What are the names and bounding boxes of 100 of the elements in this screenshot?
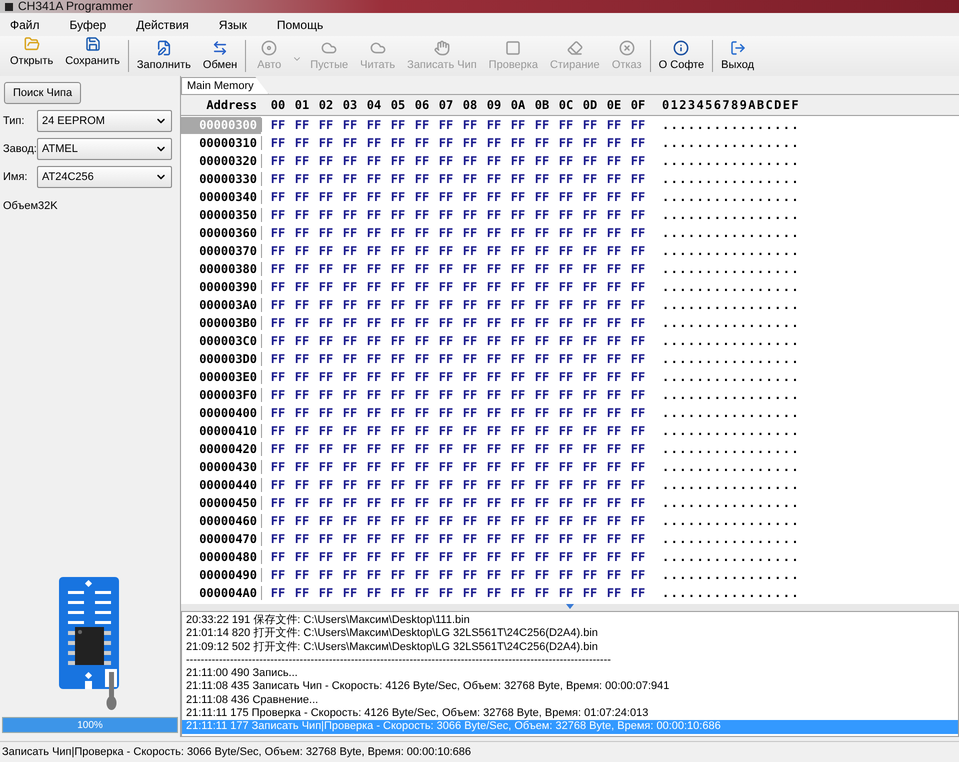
byte-cell[interactable]: FF xyxy=(338,406,362,420)
byte-cell[interactable]: FF xyxy=(626,154,650,168)
byte-cell[interactable]: FF xyxy=(314,316,338,330)
byte-cell[interactable]: FF xyxy=(458,244,482,258)
toolbar-button[interactable]: Выход xyxy=(717,40,758,72)
byte-cell[interactable]: FF xyxy=(362,118,386,132)
byte-cell[interactable]: FF xyxy=(410,262,434,276)
byte-cell[interactable]: FF xyxy=(338,280,362,294)
byte-cell[interactable]: FF xyxy=(482,298,506,312)
byte-cell[interactable]: FF xyxy=(362,334,386,348)
byte-cell[interactable]: FF xyxy=(458,388,482,402)
byte-cell[interactable]: FF xyxy=(434,352,458,366)
byte-cell[interactable]: FF xyxy=(602,388,626,402)
byte-cell[interactable]: FF xyxy=(434,208,458,222)
byte-cell[interactable]: FF xyxy=(434,334,458,348)
byte-cell[interactable]: FF xyxy=(338,154,362,168)
byte-cell[interactable]: FF xyxy=(314,478,338,492)
address-cell[interactable]: 00000370 xyxy=(181,242,261,260)
byte-cell[interactable]: FF xyxy=(266,298,290,312)
byte-cell[interactable]: FF xyxy=(530,244,554,258)
byte-cell[interactable]: FF xyxy=(626,496,650,510)
byte-cell[interactable]: FF xyxy=(506,298,530,312)
byte-cell[interactable]: FF xyxy=(434,532,458,546)
address-cell[interactable]: 000003B0 xyxy=(181,314,261,332)
byte-cell[interactable]: FF xyxy=(554,514,578,528)
byte-cell[interactable]: FF xyxy=(626,550,650,564)
byte-cell[interactable]: FF xyxy=(290,496,314,510)
byte-cell[interactable]: FF xyxy=(578,226,602,240)
byte-cell[interactable]: FF xyxy=(458,352,482,366)
address-cell[interactable]: 00000340 xyxy=(181,188,261,206)
byte-cell[interactable]: FF xyxy=(458,118,482,132)
byte-cell[interactable]: FF xyxy=(362,442,386,456)
menu-item[interactable]: Помощь xyxy=(266,18,324,32)
byte-cell[interactable]: FF xyxy=(482,424,506,438)
byte-cell[interactable]: FF xyxy=(482,226,506,240)
byte-cell[interactable]: FF xyxy=(530,586,554,600)
byte-cell[interactable]: FF xyxy=(602,298,626,312)
byte-cell[interactable]: FF xyxy=(530,136,554,150)
byte-cell[interactable]: FF xyxy=(410,244,434,258)
byte-cell[interactable]: FF xyxy=(362,352,386,366)
byte-cell[interactable]: FF xyxy=(362,424,386,438)
address-cell[interactable]: 00000330 xyxy=(181,170,261,188)
address-cell[interactable]: 000003E0 xyxy=(181,368,261,386)
byte-cell[interactable]: FF xyxy=(458,532,482,546)
byte-cell[interactable]: FF xyxy=(386,388,410,402)
byte-cell[interactable]: FF xyxy=(482,280,506,294)
byte-cell[interactable]: FF xyxy=(554,208,578,222)
byte-cell[interactable]: FF xyxy=(482,208,506,222)
byte-cell[interactable]: FF xyxy=(290,442,314,456)
byte-cell[interactable]: FF xyxy=(386,352,410,366)
byte-cell[interactable]: FF xyxy=(626,424,650,438)
byte-cell[interactable]: FF xyxy=(554,334,578,348)
byte-cell[interactable]: FF xyxy=(314,190,338,204)
byte-cell[interactable]: FF xyxy=(338,190,362,204)
address-cell[interactable]: 00000410 xyxy=(181,422,261,440)
byte-cell[interactable]: FF xyxy=(290,118,314,132)
byte-cell[interactable]: FF xyxy=(386,172,410,186)
byte-cell[interactable]: FF xyxy=(578,586,602,600)
byte-cell[interactable]: FF xyxy=(530,370,554,384)
byte-cell[interactable]: FF xyxy=(530,460,554,474)
byte-cell[interactable]: FF xyxy=(386,118,410,132)
dropdown-field[interactable]: ATMEL xyxy=(37,138,172,160)
byte-cell[interactable]: FF xyxy=(290,460,314,474)
menu-item[interactable]: Файл xyxy=(0,18,40,32)
byte-cell[interactable]: FF xyxy=(290,334,314,348)
byte-cell[interactable]: FF xyxy=(530,226,554,240)
byte-cell[interactable]: FF xyxy=(266,550,290,564)
byte-cell[interactable]: FF xyxy=(362,280,386,294)
byte-cell[interactable]: FF xyxy=(626,226,650,240)
byte-cell[interactable]: FF xyxy=(386,316,410,330)
byte-cell[interactable]: FF xyxy=(506,172,530,186)
byte-cell[interactable]: FF xyxy=(410,190,434,204)
address-cell[interactable]: 000003A0 xyxy=(181,296,261,314)
byte-cell[interactable]: FF xyxy=(602,532,626,546)
address-cell[interactable]: 00000490 xyxy=(181,566,261,584)
byte-cell[interactable]: FF xyxy=(386,406,410,420)
log-line[interactable]: 20:33:22 191 保存文件: C:\Users\Максим\Desktop\111.bin xyxy=(182,614,958,628)
byte-cell[interactable]: FF xyxy=(434,172,458,186)
byte-cell[interactable]: FF xyxy=(314,334,338,348)
byte-cell[interactable]: FF xyxy=(338,226,362,240)
byte-cell[interactable]: FF xyxy=(434,388,458,402)
byte-cell[interactable]: FF xyxy=(410,514,434,528)
byte-cell[interactable]: FF xyxy=(314,406,338,420)
byte-cell[interactable]: FF xyxy=(458,208,482,222)
byte-cell[interactable]: FF xyxy=(578,172,602,186)
byte-cell[interactable]: FF xyxy=(266,316,290,330)
byte-cell[interactable]: FF xyxy=(578,442,602,456)
byte-cell[interactable]: FF xyxy=(410,496,434,510)
byte-cell[interactable]: FF xyxy=(626,352,650,366)
byte-cell[interactable]: FF xyxy=(530,298,554,312)
address-cell[interactable]: 00000480 xyxy=(181,548,261,566)
byte-cell[interactable]: FF xyxy=(410,316,434,330)
byte-cell[interactable]: FF xyxy=(362,388,386,402)
byte-cell[interactable]: FF xyxy=(362,316,386,330)
byte-cell[interactable]: FF xyxy=(602,316,626,330)
byte-cell[interactable]: FF xyxy=(410,208,434,222)
byte-cell[interactable]: FF xyxy=(362,532,386,546)
byte-cell[interactable]: FF xyxy=(410,352,434,366)
byte-cell[interactable]: FF xyxy=(410,424,434,438)
byte-cell[interactable]: FF xyxy=(362,226,386,240)
